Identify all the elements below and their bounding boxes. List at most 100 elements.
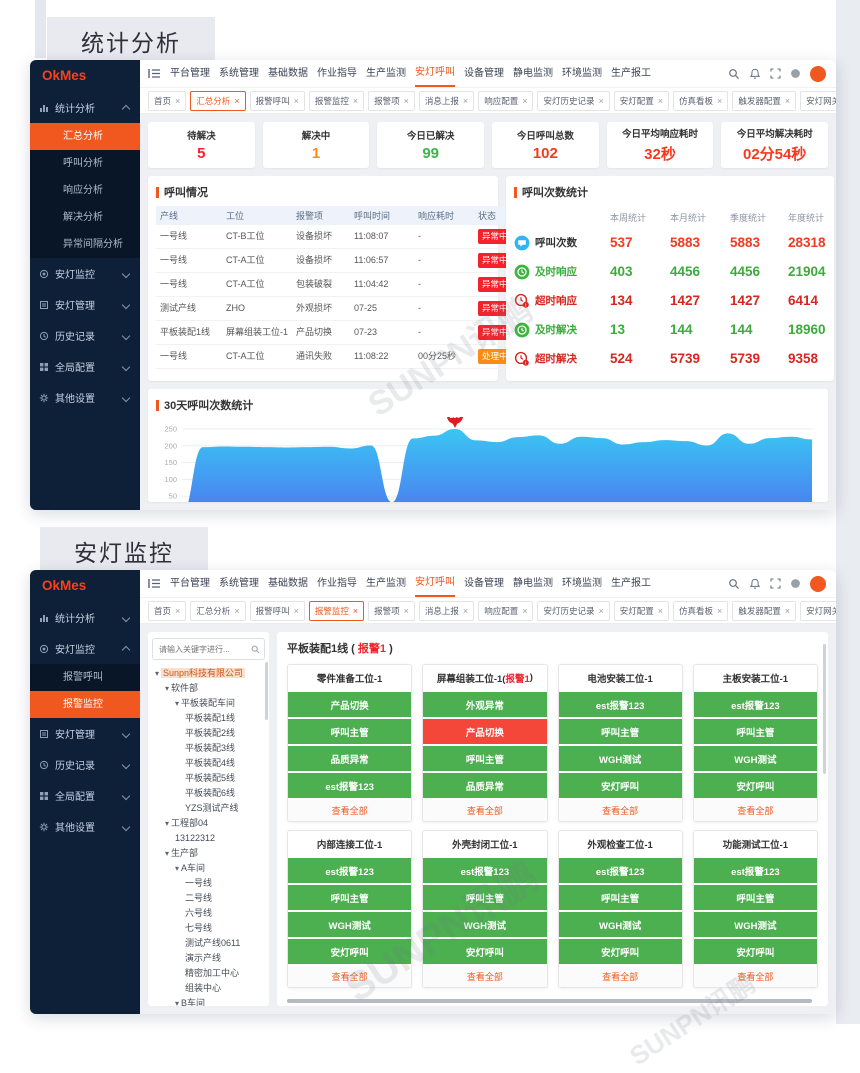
nav-item-设备管理[interactable]: 设备管理 <box>464 61 504 86</box>
sidebar-section-1[interactable]: 安灯监控 <box>30 633 140 664</box>
tree-node-平板装配5线[interactable]: 平板装配5线 <box>152 771 265 786</box>
andon-call-button[interactable]: 安灯呼叫 <box>423 937 546 964</box>
theme-icon[interactable] <box>790 68 801 79</box>
andon-call-button[interactable]: 呼叫主管 <box>288 883 411 910</box>
andon-call-button[interactable]: 呼叫主管 <box>559 717 682 744</box>
tree-node-一号线[interactable]: 一号线 <box>152 876 265 891</box>
collapse-icon[interactable] <box>148 68 161 79</box>
nav-item-设备管理[interactable]: 设备管理 <box>464 571 504 596</box>
tree-node-生产部[interactable]: ▾生产部 <box>152 846 265 861</box>
tab-报警监控[interactable]: 报警监控× <box>309 91 364 111</box>
andon-call-button[interactable]: WGH测试 <box>423 910 546 937</box>
tab-响应配置[interactable]: 响应配置× <box>478 601 533 621</box>
sidebar-section-0[interactable]: 统计分析 <box>30 602 140 633</box>
andon-call-button[interactable]: 安灯呼叫 <box>694 937 817 964</box>
nav-item-生产监测[interactable]: 生产监测 <box>366 571 406 596</box>
view-all-link[interactable]: 查看全部 <box>694 964 817 987</box>
close-icon[interactable]: × <box>234 606 239 616</box>
tree-node-平板装配6线[interactable]: 平板装配6线 <box>152 786 265 801</box>
sidebar-section-4[interactable]: 全局配置 <box>30 780 140 811</box>
view-all-link[interactable]: 查看全部 <box>694 798 817 821</box>
tree-node-YZS测试产线[interactable]: YZS测试产线 <box>152 801 265 816</box>
andon-call-button[interactable]: 呼叫主管 <box>423 883 546 910</box>
sidebar-item-汇总分析[interactable]: 汇总分析 <box>30 123 140 150</box>
sidebar-section-5[interactable]: 其他设置 <box>30 811 140 842</box>
andon-call-button[interactable]: WGH测试 <box>694 744 817 771</box>
close-icon[interactable]: × <box>175 606 180 616</box>
tree-node-Sunpn科技有限公司[interactable]: ▾Sunpn科技有限公司 <box>152 666 265 681</box>
tab-安灯网关[interactable]: 安灯网关× <box>800 91 836 111</box>
close-icon[interactable]: × <box>404 96 409 106</box>
close-icon[interactable]: × <box>522 606 527 616</box>
fullscreen-icon[interactable] <box>770 68 781 79</box>
nav-item-平台管理[interactable]: 平台管理 <box>170 61 210 86</box>
nav-item-基础数据[interactable]: 基础数据 <box>268 571 308 596</box>
tree-node-平板装配1线[interactable]: 平板装配1线 <box>152 711 265 726</box>
tree-search-input[interactable] <box>157 644 251 655</box>
tab-报警呼叫[interactable]: 报警呼叫× <box>250 601 305 621</box>
andon-call-button[interactable]: est报警123 <box>559 690 682 717</box>
input-search-icon[interactable] <box>251 645 260 654</box>
tab-触发器配置[interactable]: 触发器配置× <box>732 91 796 111</box>
tab-安灯网关[interactable]: 安灯网关× <box>800 601 836 621</box>
sidebar-item-报警监控[interactable]: 报警监控 <box>30 691 140 718</box>
andon-call-button[interactable]: 品质异常 <box>288 744 411 771</box>
view-all-link[interactable]: 查看全部 <box>559 964 682 987</box>
nav-item-静电监测[interactable]: 静电监测 <box>513 61 553 86</box>
close-icon[interactable]: × <box>717 96 722 106</box>
andon-call-button[interactable]: WGH测试 <box>288 910 411 937</box>
nav-item-系统管理[interactable]: 系统管理 <box>219 61 259 86</box>
close-icon[interactable]: × <box>353 606 358 616</box>
sidebar-item-解决分析[interactable]: 解决分析 <box>30 204 140 231</box>
nav-item-生产报工[interactable]: 生产报工 <box>611 61 651 86</box>
sidebar-section-1[interactable]: 安灯监控 <box>30 258 140 289</box>
nav-item-作业指导[interactable]: 作业指导 <box>317 571 357 596</box>
andon-call-button[interactable]: WGH测试 <box>559 744 682 771</box>
fullscreen-icon[interactable] <box>770 578 781 589</box>
sidebar-section-3[interactable]: 历史记录 <box>30 749 140 780</box>
andon-call-button[interactable]: 安灯呼叫 <box>559 937 682 964</box>
andon-call-button[interactable]: est报警123 <box>288 771 411 798</box>
bell-icon[interactable] <box>749 68 761 80</box>
tab-报警项[interactable]: 报警项× <box>368 601 415 621</box>
nav-item-安灯呼叫[interactable]: 安灯呼叫 <box>415 570 455 597</box>
user-avatar[interactable] <box>810 576 826 592</box>
view-all-link[interactable]: 查看全部 <box>288 798 411 821</box>
search-icon[interactable] <box>728 578 740 590</box>
nav-item-环境监测[interactable]: 环境监测 <box>562 61 602 86</box>
tree-node-精密加工中心[interactable]: 精密加工中心 <box>152 966 265 981</box>
tab-响应配置[interactable]: 响应配置× <box>478 91 533 111</box>
tab-仿真看板[interactable]: 仿真看板× <box>673 91 728 111</box>
tree-node-七号线[interactable]: 七号线 <box>152 921 265 936</box>
close-icon[interactable]: × <box>294 96 299 106</box>
view-all-link[interactable]: 查看全部 <box>288 964 411 987</box>
tab-安灯历史记录[interactable]: 安灯历史记录× <box>537 91 609 111</box>
tab-报警呼叫[interactable]: 报警呼叫× <box>250 91 305 111</box>
sidebar-section-2[interactable]: 安灯管理 <box>30 718 140 749</box>
andon-call-button[interactable]: 呼叫主管 <box>288 717 411 744</box>
andon-call-button[interactable]: 产品切换 <box>288 690 411 717</box>
tab-首页[interactable]: 首页× <box>148 91 186 111</box>
andon-call-button[interactable]: 呼叫主管 <box>694 883 817 910</box>
andon-call-button[interactable]: WGH测试 <box>559 910 682 937</box>
tab-汇总分析[interactable]: 汇总分析× <box>190 601 245 621</box>
tree-node-工程部04[interactable]: ▾工程部04 <box>152 816 265 831</box>
tab-首页[interactable]: 首页× <box>148 601 186 621</box>
tab-消息上报[interactable]: 消息上报× <box>419 601 474 621</box>
andon-call-button[interactable]: est报警123 <box>423 856 546 883</box>
sidebar-section-0[interactable]: 统计分析 <box>30 92 140 123</box>
tree-node-13122312[interactable]: 13122312 <box>152 831 265 846</box>
view-all-link[interactable]: 查看全部 <box>423 798 546 821</box>
andon-call-button[interactable]: est报警123 <box>694 856 817 883</box>
nav-item-安灯呼叫[interactable]: 安灯呼叫 <box>415 60 455 87</box>
andon-call-button[interactable]: 安灯呼叫 <box>694 771 817 798</box>
close-icon[interactable]: × <box>785 96 790 106</box>
tree-node-演示产线[interactable]: 演示产线 <box>152 951 265 966</box>
sidebar-item-异常间隔分析[interactable]: 异常间隔分析 <box>30 231 140 258</box>
user-avatar[interactable] <box>810 66 826 82</box>
close-icon[interactable]: × <box>658 606 663 616</box>
andon-call-button[interactable]: 呼叫主管 <box>559 883 682 910</box>
tab-安灯历史记录[interactable]: 安灯历史记录× <box>537 601 609 621</box>
nav-item-静电监测[interactable]: 静电监测 <box>513 571 553 596</box>
tree-node-测试产线0611[interactable]: 测试产线0611 <box>152 936 265 951</box>
